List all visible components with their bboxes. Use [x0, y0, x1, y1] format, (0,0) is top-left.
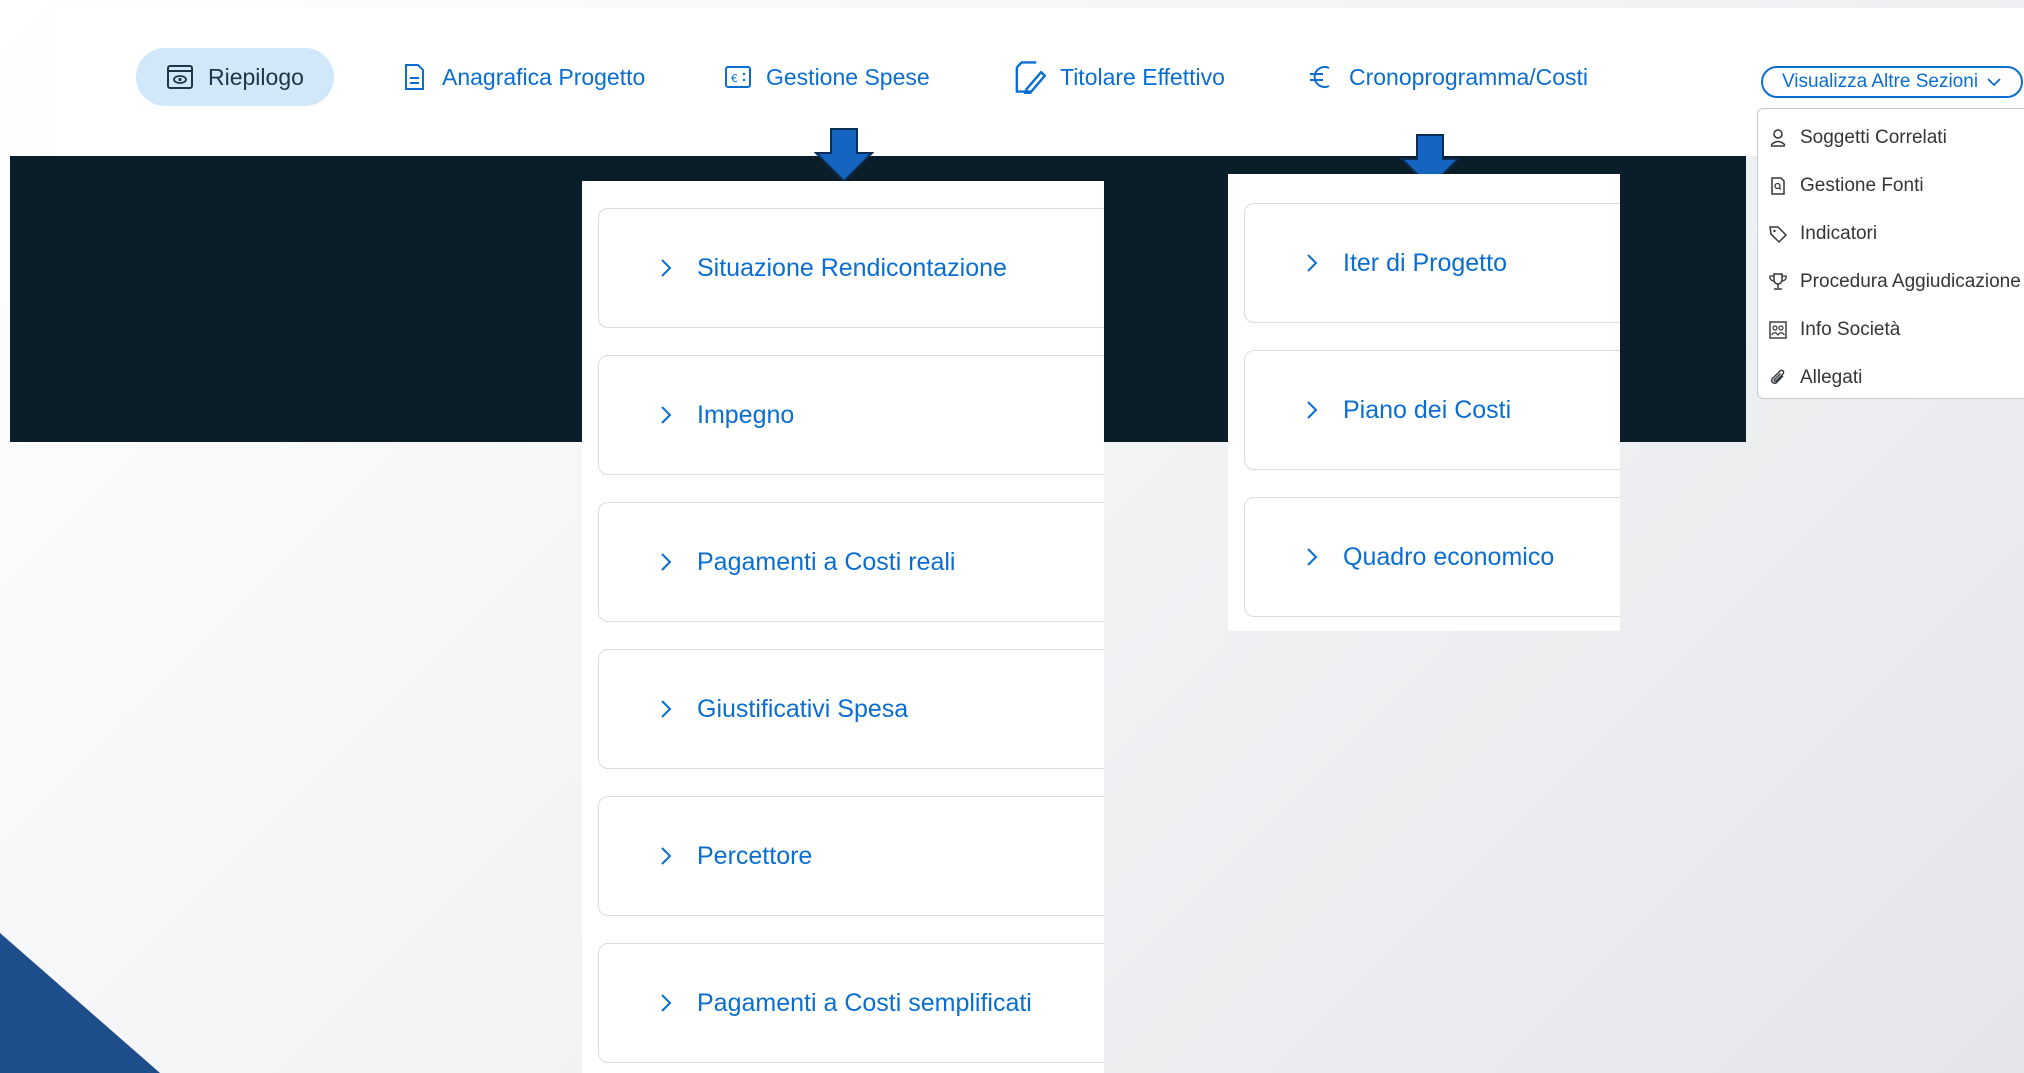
person-icon — [1770, 129, 1786, 147]
chevron-right-icon — [1307, 548, 1318, 566]
list-item-impegno[interactable]: Impegno — [598, 355, 1104, 475]
svg-text:€: € — [731, 72, 738, 85]
tab-cronoprogramma-costi[interactable]: Cronoprogramma/Costi — [1307, 48, 1588, 106]
menu-item-label: Procedura Aggiudicazione — [1800, 271, 2021, 292]
more-sections-menu: Soggetti Correlati Gestione Fonti Indica… — [1757, 108, 2024, 399]
tab-label: Gestione Spese — [766, 63, 930, 90]
list-item-giustificativi-spesa[interactable]: Giustificativi Spesa — [598, 649, 1104, 769]
list-item-label: Piano dei Costi — [1343, 395, 1512, 424]
tab-anagrafica-progetto[interactable]: Anagrafica Progetto — [400, 48, 645, 106]
list-item-piano-dei-costi[interactable]: Piano dei Costi — [1244, 350, 1620, 470]
list-item-situazione-rendicontazione[interactable]: Situazione Rendicontazione — [598, 208, 1104, 328]
edit-document-icon — [1015, 61, 1046, 94]
eye-window-icon — [167, 65, 193, 89]
list-item-iter-di-progetto[interactable]: Iter di Progetto — [1244, 203, 1620, 323]
chevron-right-icon — [661, 994, 672, 1012]
menu-item-label: Indicatori — [1800, 223, 1878, 244]
list-item-label: Giustificativi Spesa — [697, 694, 909, 723]
document-icon — [405, 64, 424, 90]
trophy-icon — [1769, 273, 1787, 290]
menu-item-label: Gestione Fonti — [1800, 175, 1924, 196]
gestione-spese-panel: Situazione Rendicontazione Impegno Pagam… — [582, 181, 1104, 1073]
chevron-down-icon — [1987, 78, 2001, 87]
menu-item-info-societa[interactable]: Info Società — [1758, 306, 2024, 354]
menu-item-label: Info Società — [1800, 319, 1901, 340]
list-item-label: Situazione Rendicontazione — [697, 253, 1007, 282]
euro-icon — [1310, 66, 1330, 88]
tab-gestione-spese[interactable]: € Gestione Spese — [724, 48, 930, 106]
more-sections-label: Visualizza Altre Sezioni — [1781, 71, 1979, 92]
menu-item-gestione-fonti[interactable]: Gestione Fonti — [1758, 162, 2024, 210]
tab-riepilogo[interactable]: Riepilogo — [136, 48, 334, 106]
list-item-label: Impegno — [697, 400, 795, 429]
menu-item-soggetti-correlati[interactable]: Soggetti Correlati — [1758, 114, 2024, 162]
list-item-label: Pagamenti a Costi semplificati — [697, 988, 1032, 1017]
tab-label: Anagrafica Progetto — [442, 63, 646, 90]
chevron-right-icon — [661, 847, 672, 865]
chevron-right-icon — [661, 700, 672, 718]
tab-label: Riepilogo — [208, 63, 304, 90]
section-tab-bar: Riepilogo Anagrafica Progetto € Gestione… — [52, 8, 2024, 156]
list-item-label: Pagamenti a Costi reali — [697, 547, 956, 576]
menu-item-procedura-aggiudicazione[interactable]: Procedura Aggiudicazione — [1758, 258, 2024, 306]
chevron-right-icon — [661, 406, 672, 424]
company-people-icon — [1769, 321, 1787, 339]
list-item-percettore[interactable]: Percettore — [598, 796, 1104, 916]
chevron-right-icon — [661, 259, 672, 277]
cronoprogramma-panel: Iter di Progetto Piano dei Costi Quadro … — [1228, 174, 1620, 631]
menu-item-label: Soggetti Correlati — [1800, 127, 1947, 148]
search-document-icon — [1771, 177, 1785, 195]
corner-decoration — [0, 933, 160, 1073]
menu-item-allegati[interactable]: Allegati — [1758, 354, 2024, 402]
chevron-right-icon — [1307, 254, 1318, 272]
list-item-label: Percettore — [697, 841, 813, 870]
list-item-label: Quadro economico — [1343, 542, 1555, 571]
tag-icon — [1769, 226, 1788, 244]
menu-item-indicatori[interactable]: Indicatori — [1758, 210, 2024, 258]
more-sections-button[interactable]: Visualizza Altre Sezioni — [1761, 66, 2023, 98]
chevron-right-icon — [1307, 401, 1318, 419]
paperclip-icon — [1771, 369, 1785, 384]
tab-label: Titolare Effettivo — [1060, 63, 1225, 90]
down-arrow-icon — [814, 128, 874, 183]
tab-label: Cronoprogramma/Costi — [1349, 63, 1589, 90]
chevron-right-icon — [661, 553, 672, 571]
list-item-quadro-economico[interactable]: Quadro economico — [1244, 497, 1620, 617]
list-item-label: Iter di Progetto — [1343, 248, 1507, 277]
list-item-pagamenti-costi-reali[interactable]: Pagamenti a Costi reali — [598, 502, 1104, 622]
euro-screen-icon: € — [725, 66, 751, 88]
list-item-pagamenti-costi-semplificati[interactable]: Pagamenti a Costi semplificati — [598, 943, 1104, 1063]
menu-item-label: Allegati — [1800, 367, 1863, 388]
tab-titolare-effettivo[interactable]: Titolare Effettivo — [1012, 48, 1225, 106]
